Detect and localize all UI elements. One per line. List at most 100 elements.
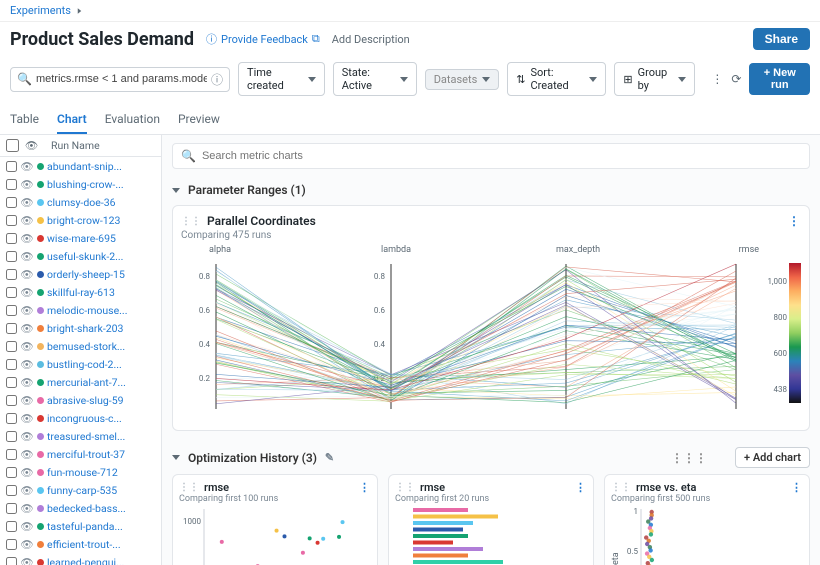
run-row[interactable]: 👁 bustling-cod-2...	[0, 355, 161, 373]
visibility-toggle-icon[interactable]: 👁	[20, 286, 34, 299]
run-name-link[interactable]: orderly-sheep-15	[47, 268, 125, 281]
tab-evaluation[interactable]: Evaluation	[105, 106, 160, 134]
card-menu-icon[interactable]: ⋮	[788, 214, 801, 228]
visibility-toggle-icon[interactable]: 👁	[20, 394, 34, 407]
run-row[interactable]: 👁 orderly-sheep-15	[0, 265, 161, 283]
run-checkbox[interactable]	[6, 449, 17, 460]
visibility-toggle-icon[interactable]: 👁	[20, 520, 34, 533]
run-checkbox[interactable]	[6, 485, 17, 496]
drag-handle-icon[interactable]: ⋮⋮	[395, 482, 415, 493]
run-checkbox[interactable]	[6, 467, 17, 478]
run-checkbox[interactable]	[6, 215, 17, 226]
select-all-checkbox[interactable]	[6, 139, 19, 152]
visibility-toggle-icon[interactable]: 👁	[20, 358, 34, 371]
run-name-link[interactable]: bemused-stork...	[47, 340, 125, 353]
run-checkbox[interactable]	[6, 197, 17, 208]
breadcrumb-root[interactable]: Experiments	[10, 4, 71, 17]
drag-handle-icon[interactable]: ⋮⋮	[179, 482, 199, 493]
run-row[interactable]: 👁 tasteful-panda...	[0, 517, 161, 535]
visibility-toggle-icon[interactable]: 👁	[20, 160, 34, 173]
visibility-toggle-icon[interactable]: 👁	[20, 214, 34, 227]
tab-table[interactable]: Table	[10, 106, 39, 134]
time-created-filter[interactable]: Time created	[238, 62, 325, 96]
visibility-toggle-icon[interactable]: 👁	[20, 466, 34, 479]
run-row[interactable]: 👁 clumsy-doe-36	[0, 193, 161, 211]
run-row[interactable]: 👁 efficient-trout-...	[0, 535, 161, 553]
run-row[interactable]: 👁 useful-skunk-2...	[0, 247, 161, 265]
run-row[interactable]: 👁 incongruous-c...	[0, 409, 161, 427]
query-search-input[interactable]: 🔍 ⓘ	[10, 67, 230, 92]
run-checkbox[interactable]	[6, 161, 17, 172]
visibility-toggle-icon[interactable]: 👁	[20, 322, 34, 335]
run-name-link[interactable]: treasured-smel...	[47, 430, 125, 443]
visibility-toggle-icon[interactable]: 👁	[20, 250, 34, 263]
run-name-link[interactable]: merciful-trout-37	[47, 448, 125, 461]
run-name-link[interactable]: bustling-cod-2...	[47, 358, 122, 371]
run-name-link[interactable]: funny-carp-535	[47, 484, 117, 497]
run-checkbox[interactable]	[6, 431, 17, 442]
run-name-link[interactable]: bedecked-bass...	[47, 502, 126, 515]
refresh-icon[interactable]: ⟳	[731, 72, 741, 86]
visibility-toggle-icon[interactable]: 👁	[20, 448, 34, 461]
provide-feedback-link[interactable]: ⓘ Provide Feedback ⧉	[206, 31, 320, 47]
run-checkbox[interactable]	[6, 323, 17, 334]
run-name-link[interactable]: mercurial-ant-7...	[47, 376, 126, 389]
add-chart-button[interactable]: + Add chart	[735, 447, 810, 468]
datasets-filter[interactable]: Datasets	[425, 69, 500, 90]
run-name-link[interactable]: bright-crow-123	[47, 214, 120, 227]
run-name-link[interactable]: bright-shark-203	[47, 322, 123, 335]
tab-preview[interactable]: Preview	[178, 106, 220, 134]
run-row[interactable]: 👁 abundant-snip...	[0, 157, 161, 175]
visibility-toggle-icon[interactable]: 👁	[20, 556, 34, 565]
kebab-menu-icon[interactable]: ⋮	[711, 72, 723, 86]
edit-icon[interactable]: ✎	[325, 451, 334, 464]
new-run-button[interactable]: + New run	[749, 63, 810, 95]
run-checkbox[interactable]	[6, 269, 17, 280]
card-menu-icon[interactable]: ⋮	[791, 481, 803, 494]
run-checkbox[interactable]	[6, 521, 17, 532]
share-button[interactable]: Share	[753, 28, 810, 50]
run-row[interactable]: 👁 bemused-stork...	[0, 337, 161, 355]
run-row[interactable]: 👁 funny-carp-535	[0, 481, 161, 499]
run-row[interactable]: 👁 melodic-mouse...	[0, 301, 161, 319]
add-description-link[interactable]: Add Description	[332, 33, 410, 46]
run-name-link[interactable]: tasteful-panda...	[47, 520, 123, 533]
chevron-down-icon[interactable]	[172, 188, 180, 193]
tab-chart[interactable]: Chart	[57, 106, 87, 134]
search-metric-charts-input[interactable]: 🔍	[172, 143, 810, 169]
run-checkbox[interactable]	[6, 287, 17, 298]
run-checkbox[interactable]	[6, 233, 17, 244]
run-checkbox[interactable]	[6, 305, 17, 316]
run-checkbox[interactable]	[6, 413, 17, 424]
visibility-toggle-icon[interactable]: 👁	[20, 412, 34, 425]
run-name-link[interactable]: melodic-mouse...	[47, 304, 127, 317]
run-name-link[interactable]: incongruous-c...	[47, 412, 122, 425]
state-filter[interactable]: State: Active	[333, 62, 417, 96]
run-row[interactable]: 👁 mercurial-ant-7...	[0, 373, 161, 391]
visibility-toggle-icon[interactable]: 👁	[20, 304, 34, 317]
visibility-toggle-icon[interactable]: 👁	[20, 196, 34, 209]
run-row[interactable]: 👁 merciful-trout-37	[0, 445, 161, 463]
run-row[interactable]: 👁 bedecked-bass...	[0, 499, 161, 517]
run-name-link[interactable]: efficient-trout-...	[47, 538, 121, 551]
visibility-toggle-icon[interactable]: 👁	[20, 178, 34, 191]
run-checkbox[interactable]	[6, 341, 17, 352]
run-name-link[interactable]: wise-mare-695	[47, 232, 116, 245]
run-checkbox[interactable]	[6, 557, 17, 565]
sort-filter[interactable]: ⇅ Sort: Created	[507, 62, 606, 96]
run-name-link[interactable]: abundant-snip...	[47, 160, 122, 173]
run-name-link[interactable]: blushing-crow-...	[47, 178, 124, 191]
visibility-toggle-icon[interactable]: 👁	[20, 232, 34, 245]
run-checkbox[interactable]	[6, 359, 17, 370]
chevron-down-icon[interactable]	[172, 455, 180, 460]
visibility-toggle-icon[interactable]: 👁	[20, 502, 34, 515]
run-name-link[interactable]: useful-skunk-2...	[47, 250, 123, 263]
run-row[interactable]: 👁 wise-mare-695	[0, 229, 161, 247]
run-name-link[interactable]: abrasive-slug-59	[47, 394, 124, 407]
run-checkbox[interactable]	[6, 179, 17, 190]
card-menu-icon[interactable]: ⋮	[359, 481, 371, 494]
drag-handle-icon[interactable]: ⋮⋮	[181, 216, 201, 227]
run-name-link[interactable]: learned-pengui...	[47, 556, 124, 565]
run-row[interactable]: 👁 blushing-crow-...	[0, 175, 161, 193]
run-checkbox[interactable]	[6, 251, 17, 262]
